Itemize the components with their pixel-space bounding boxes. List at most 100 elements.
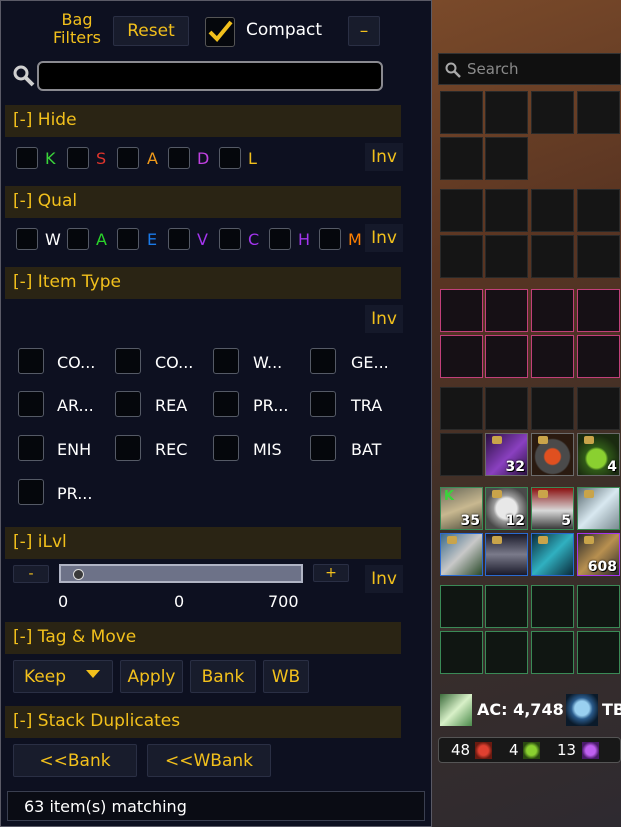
bag-slot[interactable]	[440, 631, 483, 674]
qual-a-checkbox[interactable]	[67, 228, 89, 250]
hide-l-label: L	[248, 149, 257, 168]
bag-slot[interactable]	[531, 235, 574, 278]
bag-slot[interactable]	[577, 335, 620, 378]
bag-slot[interactable]	[440, 289, 483, 332]
qual-w-checkbox[interactable]	[16, 228, 38, 250]
fang-item[interactable]: 5	[531, 487, 574, 530]
cauldron-item[interactable]	[531, 433, 574, 476]
type-checkbox[interactable]	[115, 391, 141, 417]
item-count: 32	[505, 459, 525, 475]
bank-button[interactable]: Bank	[190, 660, 256, 693]
bag-slot[interactable]	[577, 189, 620, 232]
bag-slot[interactable]	[485, 289, 528, 332]
qual-inv-button[interactable]: Inv	[365, 224, 403, 252]
type-checkbox[interactable]	[213, 348, 239, 374]
bag-slot[interactable]	[440, 137, 483, 180]
hide-k-checkbox[interactable]	[16, 147, 38, 169]
bag-slot[interactable]	[531, 631, 574, 674]
bag-slot[interactable]	[485, 137, 528, 180]
bag-slot[interactable]	[485, 631, 528, 674]
stack-section-header[interactable]: [-] Stack Duplicates	[5, 706, 401, 738]
bag-slot[interactable]	[485, 235, 528, 278]
search-icon	[445, 62, 461, 78]
item-type-inv-button[interactable]: Inv	[365, 305, 403, 333]
ilvl-section-header[interactable]: [-] iLvl	[5, 527, 401, 559]
type-checkbox[interactable]	[310, 391, 336, 417]
bag-slot[interactable]	[485, 189, 528, 232]
bag-slot[interactable]	[440, 387, 483, 430]
bag-slot[interactable]	[531, 585, 574, 628]
reset-button[interactable]: Reset	[113, 16, 189, 46]
cloth-item[interactable]: 12	[485, 487, 528, 530]
qual-c-checkbox[interactable]	[219, 228, 241, 250]
green-potion-item[interactable]: 4	[577, 433, 620, 476]
hide-item[interactable]: K 35	[440, 487, 483, 530]
blade-item[interactable]	[531, 533, 574, 576]
bag-slot[interactable]	[531, 289, 574, 332]
qual-e-checkbox[interactable]	[117, 228, 139, 250]
compact-checkbox[interactable]	[205, 17, 235, 47]
bag-search-input[interactable]: Search	[438, 53, 621, 85]
bag-slot[interactable]	[577, 235, 620, 278]
ilvl-minus-button[interactable]: -	[13, 565, 49, 583]
tag-move-section-header[interactable]: [-] Tag & Move	[5, 622, 401, 654]
type-checkbox[interactable]	[310, 435, 336, 461]
hide-section-header[interactable]: [-] Hide	[5, 105, 401, 137]
bag-slot[interactable]	[577, 387, 620, 430]
ilvl-slider[interactable]	[59, 564, 303, 583]
type-checkbox[interactable]	[213, 391, 239, 417]
type-checkbox[interactable]	[310, 348, 336, 374]
hide-s-checkbox[interactable]	[67, 147, 89, 169]
bag-slot[interactable]	[531, 189, 574, 232]
ilvl-inv-button[interactable]: Inv	[365, 565, 403, 593]
hide-l-checkbox[interactable]	[219, 147, 241, 169]
hide-inv-button[interactable]: Inv	[365, 143, 403, 171]
apply-button[interactable]: Apply	[120, 660, 183, 693]
slider-thumb[interactable]	[73, 569, 84, 580]
bag-slot[interactable]	[531, 387, 574, 430]
spider-item[interactable]	[485, 533, 528, 576]
bag-slot[interactable]	[485, 585, 528, 628]
bag-slot[interactable]	[485, 335, 528, 378]
bag-slot[interactable]	[485, 387, 528, 430]
bag-slot[interactable]	[440, 585, 483, 628]
bag-slot[interactable]	[440, 91, 483, 134]
bag-slot[interactable]	[577, 91, 620, 134]
qual-section-header[interactable]: [-] Qual	[5, 186, 401, 218]
bag-slot[interactable]	[440, 433, 483, 476]
type-checkbox[interactable]	[115, 348, 141, 374]
bag-slot[interactable]	[577, 631, 620, 674]
stack-to-bank-button[interactable]: <<Bank	[13, 744, 137, 777]
keep-dropdown[interactable]: Keep	[13, 660, 113, 693]
bag-slot[interactable]	[440, 335, 483, 378]
type-checkbox[interactable]	[18, 348, 44, 374]
type-checkbox[interactable]	[213, 435, 239, 461]
wb-button[interactable]: WB	[263, 660, 309, 693]
bag-slot[interactable]	[531, 91, 574, 134]
ilvl-plus-button[interactable]: +	[313, 564, 349, 582]
type-checkbox[interactable]	[18, 391, 44, 417]
bag-slot[interactable]	[440, 189, 483, 232]
type-checkbox[interactable]	[18, 479, 44, 505]
type-checkbox[interactable]	[18, 435, 44, 461]
horn-item[interactable]: 608	[577, 533, 620, 576]
crystal-item[interactable]	[577, 487, 620, 530]
hide-a-checkbox[interactable]	[117, 147, 139, 169]
item-type-section-header[interactable]: [-] Item Type	[5, 267, 401, 299]
ac-value: AC: 4,748	[477, 700, 564, 719]
bag-slot[interactable]	[440, 235, 483, 278]
bag-slot[interactable]	[531, 335, 574, 378]
filter-search-input[interactable]	[37, 61, 383, 91]
purple-wand-item[interactable]: 32	[485, 433, 528, 476]
stack-to-warband-bank-button[interactable]: <<WBank	[147, 744, 271, 777]
bag-slot[interactable]	[577, 585, 620, 628]
bag-slot[interactable]	[577, 289, 620, 332]
type-checkbox[interactable]	[115, 435, 141, 461]
qual-h-checkbox[interactable]	[269, 228, 291, 250]
hide-d-checkbox[interactable]	[168, 147, 190, 169]
bag-slot[interactable]	[485, 91, 528, 134]
armor-item[interactable]	[440, 533, 483, 576]
collapse-button[interactable]: –	[348, 16, 380, 46]
qual-v-checkbox[interactable]	[168, 228, 190, 250]
qual-m-checkbox[interactable]	[319, 228, 341, 250]
